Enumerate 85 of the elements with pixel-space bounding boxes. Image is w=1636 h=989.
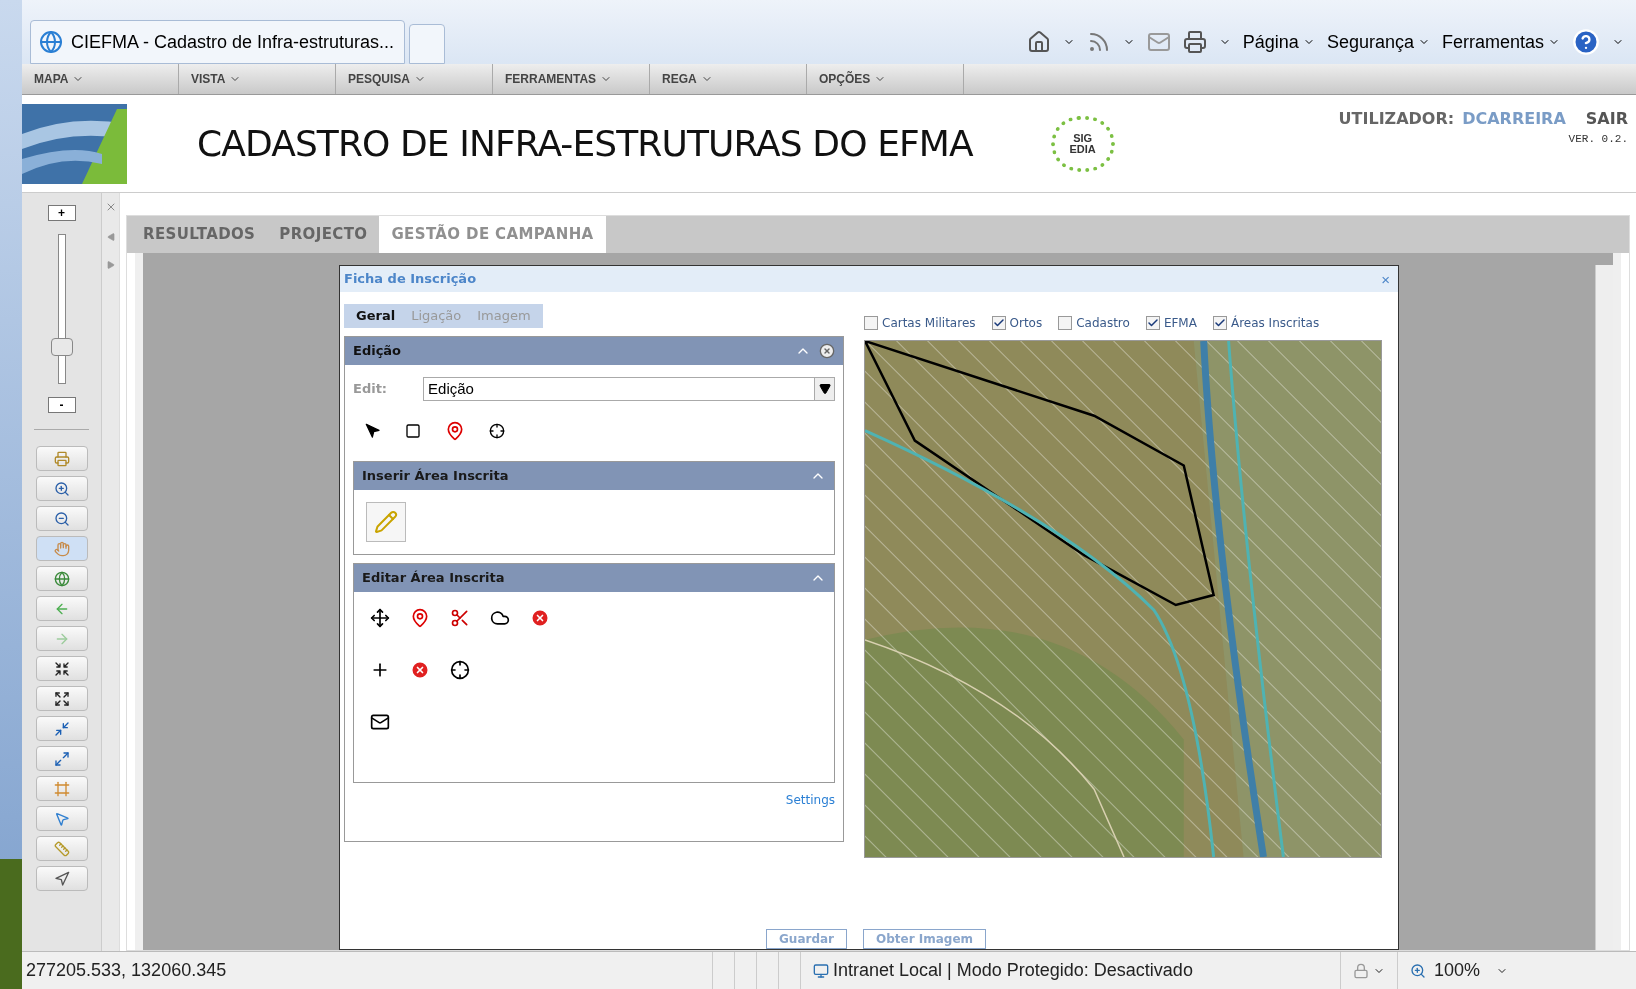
expand-box-icon [53, 750, 70, 767]
pencil-icon [374, 510, 398, 534]
zoom-level[interactable]: 100% [1434, 957, 1509, 984]
cloud-icon[interactable] [490, 608, 510, 628]
map-tool-button[interactable] [35, 866, 88, 891]
panel-title: Edição [353, 342, 402, 361]
menu-item[interactable]: FERRAMENTAS [493, 64, 650, 94]
map-tool-button[interactable] [35, 566, 88, 591]
zoom-icon [1410, 962, 1426, 979]
logout-link[interactable]: SAIR [1585, 107, 1628, 131]
shrink-icon [53, 660, 70, 677]
map-tool-button[interactable] [35, 656, 88, 681]
layer-checkbox[interactable]: Cartas Militares [864, 314, 976, 332]
user-name: DCARREIRA [1462, 108, 1566, 130]
expand-right-icon[interactable] [106, 261, 115, 269]
delete-icon[interactable] [530, 608, 550, 628]
logo-text: SIG [1073, 132, 1093, 144]
scissors-icon[interactable] [450, 608, 470, 628]
layer-checkbox[interactable]: EFMA [1145, 314, 1197, 332]
check-icon [1213, 317, 1226, 329]
menu-item[interactable]: MAPA [22, 64, 179, 94]
browser-tab[interactable]: CIEFMA - Cadastro de Infra-estruturas... [30, 20, 405, 64]
coordinates-text: 277205.533, 132060.345 [25, 959, 228, 982]
menu-item[interactable]: PESQUISA [336, 64, 493, 94]
menu-item[interactable]: VISTA [179, 64, 336, 94]
settings-link[interactable]: Settings [785, 791, 835, 809]
zoom-out-button[interactable]: - [47, 397, 76, 413]
zoom-in-icon [53, 480, 70, 497]
remove-point-icon[interactable] [410, 660, 430, 680]
user-label: UTILIZADOR: [1338, 108, 1455, 130]
print-icon[interactable] [1182, 30, 1207, 54]
map-tool-button[interactable] [35, 476, 88, 501]
ruler-icon [53, 840, 70, 857]
security-icon[interactable] [1353, 962, 1369, 979]
command-menu[interactable]: Segurança [1326, 28, 1430, 56]
edit-select[interactable]: Edição [423, 377, 835, 401]
collapse-left-icon[interactable] [106, 233, 115, 241]
dialog-tab[interactable]: Geral [348, 306, 404, 326]
zoom-in-button[interactable]: + [47, 205, 76, 221]
menu-item[interactable]: OPÇÕES [807, 64, 964, 94]
tab-title: CIEFMA - Cadastro de Infra-estruturas... [71, 30, 395, 54]
command-menu[interactable]: Página [1242, 28, 1315, 56]
layer-checkbox[interactable]: Áreas Inscritas [1212, 314, 1320, 332]
envelope-icon[interactable] [370, 712, 390, 732]
mail-icon[interactable] [1146, 30, 1171, 54]
check-icon [1146, 317, 1159, 329]
version-text: VER. 0.2. [1568, 132, 1628, 147]
globe-icon [53, 570, 70, 587]
network-icon [813, 962, 829, 979]
help-icon[interactable] [1572, 28, 1600, 56]
layer-checkbox[interactable]: Ortos [991, 314, 1043, 332]
frame-icon [53, 780, 70, 797]
map-tool-button[interactable] [35, 686, 88, 711]
box-select-icon[interactable] [405, 423, 421, 439]
section-title: Editar Área Inscrita [362, 569, 505, 588]
edit-label: Edit: [353, 380, 388, 399]
shrink-box-icon [53, 720, 70, 737]
check-icon [992, 317, 1005, 329]
map-tool-button[interactable] [35, 506, 88, 531]
layer-checkbox[interactable]: Cadastro [1058, 314, 1130, 332]
pointer-icon [53, 810, 70, 827]
section-title: Inserir Área Inscrita [362, 467, 509, 486]
dialog-title: Ficha de Inscrição [344, 270, 477, 289]
xy-point-icon[interactable] [489, 423, 505, 439]
print-icon [53, 450, 70, 467]
dropdown-icon [818, 383, 831, 395]
draw-area-button[interactable] [366, 502, 406, 542]
home-icon[interactable] [1026, 30, 1051, 54]
hand-icon [53, 540, 70, 557]
logo-text: EDIA [1069, 143, 1096, 155]
move-icon[interactable] [370, 608, 390, 628]
scrollbar[interactable] [1595, 265, 1613, 950]
zoom-out-icon [53, 510, 70, 527]
pointer-icon[interactable] [365, 423, 381, 439]
zoom-slider-thumb[interactable] [50, 337, 73, 356]
expand-icon [53, 690, 70, 707]
command-menu[interactable]: Ferramentas [1441, 28, 1560, 56]
menu-item[interactable]: REGA [650, 64, 807, 94]
aerial-map-drawing[interactable] [864, 340, 1382, 858]
arrow-icon [53, 870, 70, 887]
add-vertex-icon[interactable] [410, 608, 430, 628]
zone-text: Intranet Local | Modo Protegido: Desactivado [833, 959, 1193, 982]
app-title: CADASTRO DE INFRA-ESTRUTURAS DO EFMA [197, 121, 973, 166]
browser-icon [39, 30, 63, 54]
close-icon[interactable] [819, 343, 835, 359]
